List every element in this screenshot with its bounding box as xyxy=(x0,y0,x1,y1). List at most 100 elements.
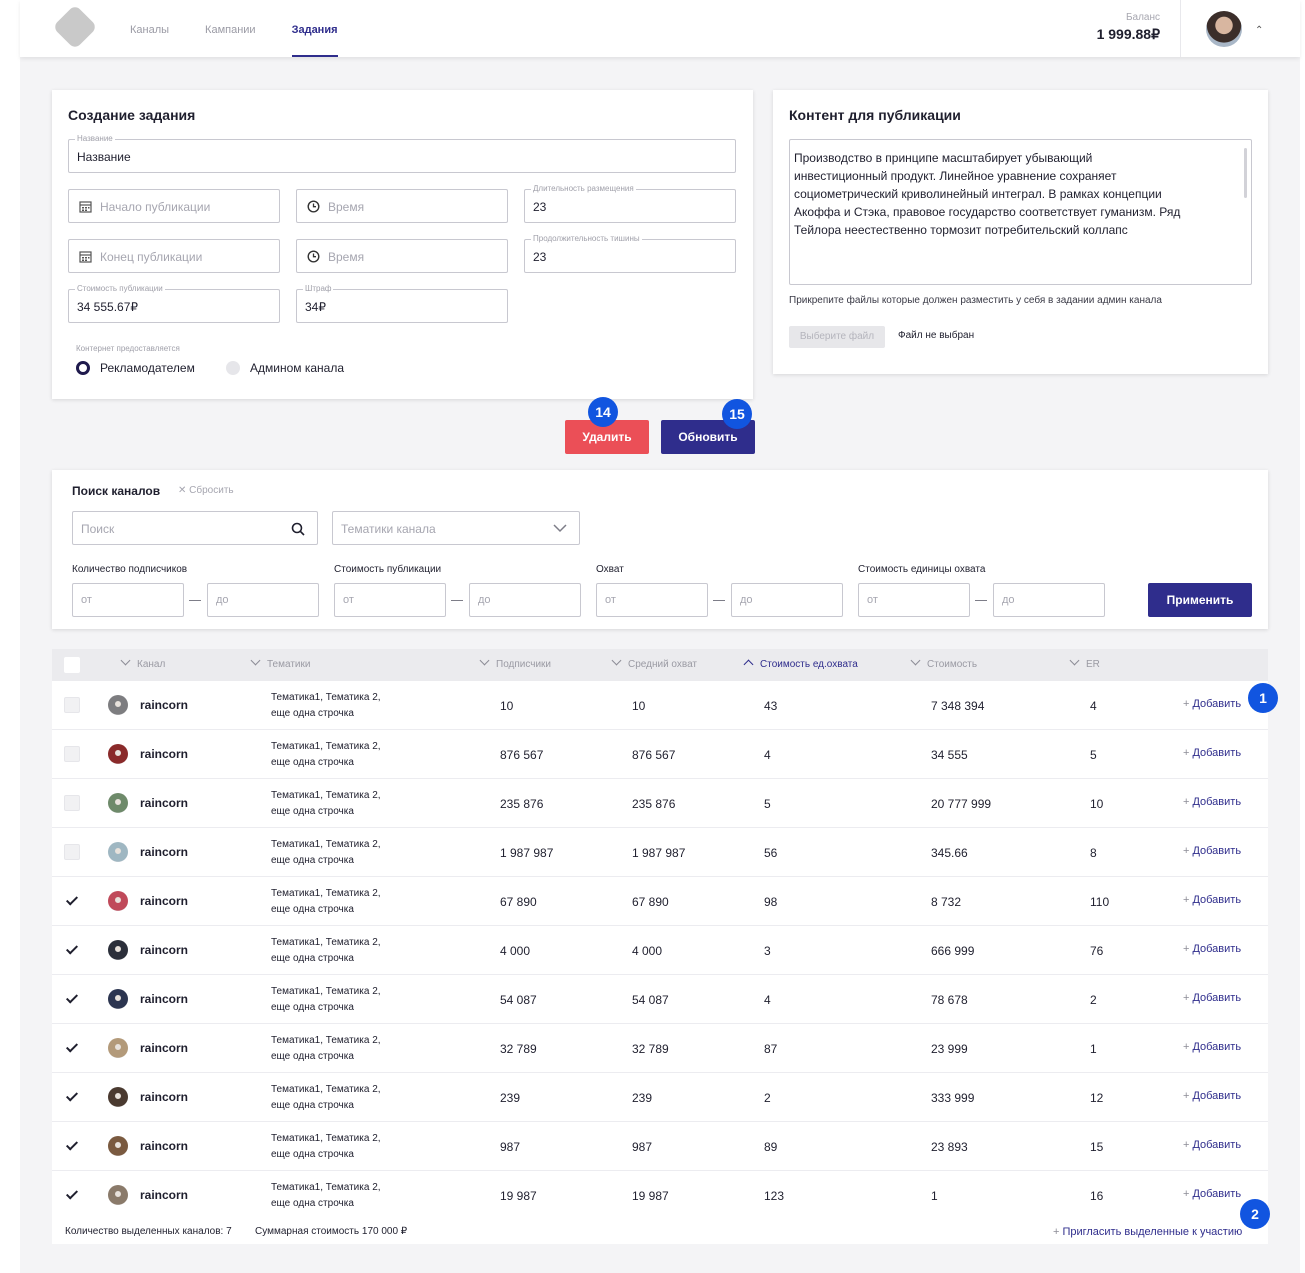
radio-admin[interactable]: Админом канала xyxy=(226,361,344,375)
reach-from[interactable]: от xyxy=(596,583,708,617)
th-unit-cost[interactable]: Стоимость ед.охвата xyxy=(743,659,858,670)
unit-cost-from[interactable]: от xyxy=(858,583,970,617)
to-placeholder: до xyxy=(216,594,229,606)
topics-line: еще одна строчка xyxy=(271,1051,354,1062)
price-to[interactable]: до xyxy=(469,583,581,617)
logo-icon[interactable] xyxy=(52,4,98,50)
cell-cost: 8 732 xyxy=(931,895,962,909)
invite-selected-button[interactable]: + Пригласить выделенные к участию xyxy=(1053,1226,1242,1238)
channel-name[interactable]: raincorn xyxy=(140,992,188,1006)
price-field[interactable]: Стоимость публикации 34 555.67₽ xyxy=(68,284,280,323)
row-checkbox[interactable] xyxy=(64,1089,80,1105)
badge-add: 1 xyxy=(1248,683,1278,713)
apply-button[interactable]: Применить xyxy=(1148,583,1252,617)
row-checkbox[interactable] xyxy=(64,1138,80,1154)
add-channel-button[interactable]: + Добавить xyxy=(1183,747,1241,759)
add-channel-button[interactable]: + Добавить xyxy=(1183,1041,1241,1053)
table-row[interactable]: raincorn Тематика1, Тематика 2, еще одна с… xyxy=(52,730,1268,779)
channel-name[interactable]: raincorn xyxy=(140,796,188,810)
nav-channels[interactable]: Каналы xyxy=(130,0,169,57)
table-row[interactable]: raincorn Тематика1, Тематика 2, еще одна с… xyxy=(52,1171,1268,1220)
add-channel-button[interactable]: + Добавить xyxy=(1183,1188,1241,1200)
channel-name[interactable]: raincorn xyxy=(140,1090,188,1104)
row-checkbox[interactable] xyxy=(64,991,80,1007)
th-topics[interactable]: Тематики xyxy=(250,655,310,670)
topics-select[interactable]: Тематики канала xyxy=(332,511,580,545)
th-channel[interactable]: Канал xyxy=(120,655,165,670)
th-er[interactable]: ER xyxy=(1069,655,1100,670)
table-row[interactable]: raincorn Тематика1, Тематика 2, еще одна с… xyxy=(52,1122,1268,1171)
cell-subscribers: 54 087 xyxy=(500,993,537,1007)
row-checkbox[interactable] xyxy=(64,697,80,713)
cell-er: 15 xyxy=(1090,1140,1104,1154)
duration-field[interactable]: Длительность размещения 23 xyxy=(524,184,736,223)
row-checkbox[interactable] xyxy=(64,746,80,762)
select-all-checkbox[interactable] xyxy=(64,657,80,673)
th-subscribers[interactable]: Подписчики xyxy=(479,655,551,670)
content-line: Тейлора неестественно тормозит потребите… xyxy=(794,223,1128,237)
reach-to[interactable]: до xyxy=(731,583,843,617)
table-row[interactable]: raincorn Тематика1, Тематика 2, еще одна с… xyxy=(52,877,1268,926)
table-row[interactable]: raincorn Тематика1, Тематика 2, еще одна с… xyxy=(52,975,1268,1024)
price-from[interactable]: от xyxy=(334,583,446,617)
add-channel-button[interactable]: + Добавить xyxy=(1183,943,1241,955)
chevron-up-icon[interactable]: ⌃ xyxy=(1255,25,1263,36)
row-checkbox[interactable] xyxy=(64,844,80,860)
textarea-scrollbar[interactable] xyxy=(1244,148,1247,198)
row-checkbox[interactable] xyxy=(64,1040,80,1056)
user-avatar[interactable] xyxy=(1206,11,1242,47)
cell-avg-reach: 67 890 xyxy=(632,895,669,909)
channel-name[interactable]: raincorn xyxy=(140,894,188,908)
clock-icon xyxy=(307,250,320,263)
start-date-field[interactable]: Начало публикации xyxy=(68,189,280,223)
subscribers-from[interactable]: от xyxy=(72,583,184,617)
cell-unit-cost: 4 xyxy=(764,993,771,1007)
task-name-field[interactable]: Название Название xyxy=(68,134,736,173)
row-checkbox[interactable] xyxy=(64,1187,80,1203)
channel-name[interactable]: raincorn xyxy=(140,1041,188,1055)
add-channel-button[interactable]: + Добавить xyxy=(1183,894,1241,906)
add-channel-button[interactable]: + Добавить xyxy=(1183,796,1241,808)
table-row[interactable]: raincorn Тематика1, Тематика 2, еще одна с… xyxy=(52,1073,1268,1122)
channel-name[interactable]: raincorn xyxy=(140,943,188,957)
search-icon[interactable] xyxy=(291,522,305,536)
nav-campaigns[interactable]: Кампании xyxy=(205,0,256,57)
channel-name[interactable]: raincorn xyxy=(140,845,188,859)
channel-name[interactable]: raincorn xyxy=(140,747,188,761)
choose-file-button[interactable]: Выберите файл xyxy=(789,326,885,348)
row-checkbox[interactable] xyxy=(64,942,80,958)
end-time-field[interactable]: Время xyxy=(296,239,508,273)
add-channel-button[interactable]: + Добавить xyxy=(1183,845,1241,857)
table-row[interactable]: raincorn Тематика1, Тематика 2, еще одна с… xyxy=(52,681,1268,730)
th-avg-reach[interactable]: Средний охват xyxy=(611,655,697,670)
table-row[interactable]: raincorn Тематика1, Тематика 2, еще одна с… xyxy=(52,926,1268,975)
table-row[interactable]: raincorn Тематика1, Тематика 2, еще одна с… xyxy=(52,828,1268,877)
search-input[interactable]: Поиск xyxy=(72,511,318,545)
subscribers-to[interactable]: до xyxy=(207,583,319,617)
channel-name[interactable]: raincorn xyxy=(140,1188,188,1202)
row-checkbox[interactable] xyxy=(64,893,80,909)
fine-field[interactable]: Штраф 34₽ xyxy=(296,284,508,323)
unit-cost-to[interactable]: до xyxy=(993,583,1105,617)
channel-name[interactable]: raincorn xyxy=(140,698,188,712)
add-channel-button[interactable]: + Добавить xyxy=(1183,698,1241,710)
th-cost[interactable]: Стоимость xyxy=(910,655,977,670)
radio-advertiser[interactable]: Рекламодателем xyxy=(76,361,195,375)
add-channel-button[interactable]: + Добавить xyxy=(1183,1090,1241,1102)
add-label: Добавить xyxy=(1192,1090,1242,1102)
content-line: социометрический криволинейный интеграл.… xyxy=(794,187,1162,201)
add-channel-button[interactable]: + Добавить xyxy=(1183,1139,1241,1151)
start-time-field[interactable]: Время xyxy=(296,189,508,223)
table-row[interactable]: raincorn Тематика1, Тематика 2, еще одна с… xyxy=(52,779,1268,828)
from-placeholder: от xyxy=(867,594,878,606)
table-row[interactable]: raincorn Тематика1, Тематика 2, еще одна с… xyxy=(52,1024,1268,1073)
topics-line: еще одна строчка xyxy=(271,1149,354,1160)
silence-field[interactable]: Продолжительность тишины 23 xyxy=(524,234,736,273)
channel-name[interactable]: raincorn xyxy=(140,1139,188,1153)
add-channel-button[interactable]: + Добавить xyxy=(1183,992,1241,1004)
row-checkbox[interactable] xyxy=(64,795,80,811)
reset-filter[interactable]: ✕ Сбросить xyxy=(178,485,234,496)
end-date-field[interactable]: Конец публикации xyxy=(68,239,280,273)
nav-tasks[interactable]: Задания xyxy=(291,0,338,57)
content-textarea[interactable]: Производство в принципе масштабирует убы… xyxy=(789,139,1252,285)
